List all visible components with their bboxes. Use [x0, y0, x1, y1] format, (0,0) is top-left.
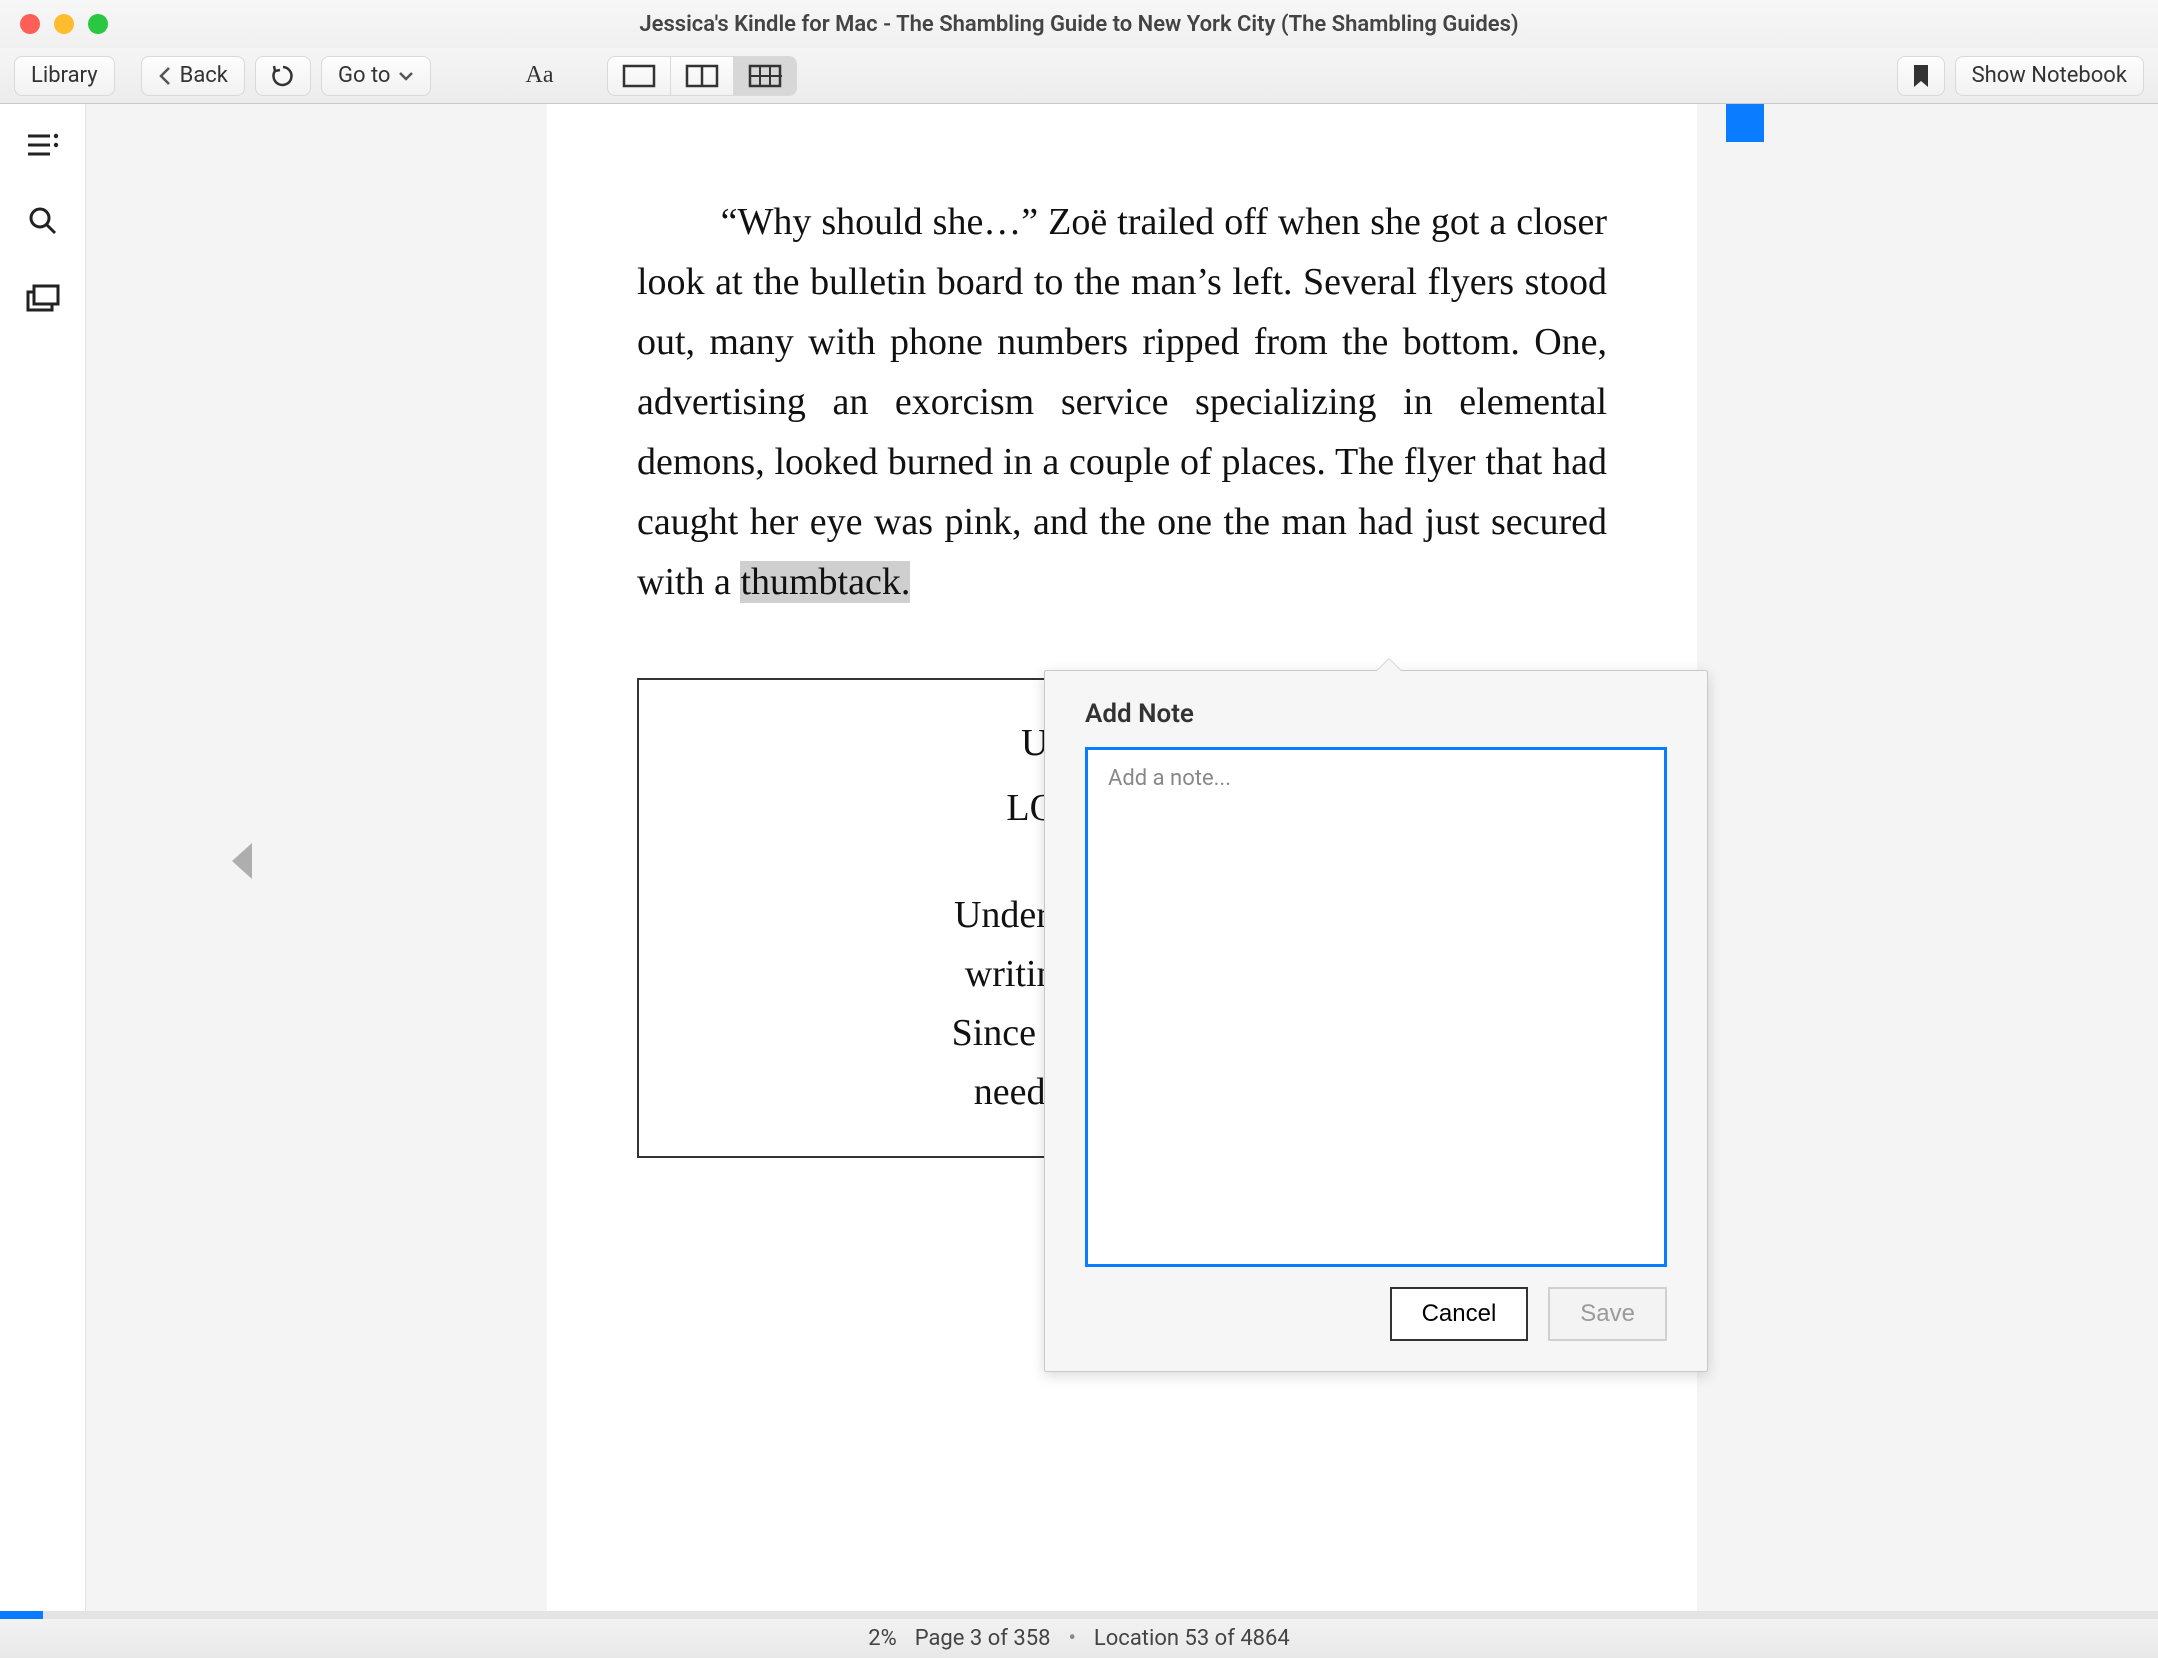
status-separator: •	[1068, 1626, 1075, 1651]
close-window-button[interactable]	[20, 14, 40, 34]
page-bookmark-indicator[interactable]	[1726, 104, 1764, 142]
view-multi-column-button[interactable]	[734, 56, 797, 96]
progress-track[interactable]	[0, 1611, 2158, 1619]
goto-button-label: Go to	[338, 63, 391, 88]
font-settings-button[interactable]: Aa	[511, 56, 567, 96]
cancel-button-label: Cancel	[1422, 1300, 1497, 1327]
toc-icon	[26, 132, 60, 158]
goto-button[interactable]: Go to	[321, 56, 432, 96]
paragraph-text: “Why should she…” Zoë trailed off when s…	[637, 201, 1607, 603]
sync-icon	[270, 63, 296, 89]
popover-actions: Cancel Save	[1045, 1287, 1707, 1371]
view-single-page-button[interactable]	[607, 56, 671, 96]
previous-page-button[interactable]	[226, 839, 256, 883]
titlebar: Jessica's Kindle for Mac - The Shambling…	[0, 0, 2158, 48]
add-note-popover: Add Note Cancel Save	[1044, 670, 1708, 1372]
view-mode-group	[607, 56, 797, 96]
toc-button[interactable]	[26, 132, 60, 158]
statusbar: 2% Page 3 of 358 • Location 53 of 4864	[0, 1618, 2158, 1658]
paragraph: “Why should she…” Zoë trailed off when s…	[637, 192, 1607, 612]
chevron-down-icon	[398, 70, 414, 82]
single-page-icon	[622, 64, 656, 88]
toolbar: Library Back Go to Aa	[0, 48, 2158, 104]
cards-icon	[26, 284, 60, 312]
save-button[interactable]: Save	[1548, 1287, 1667, 1341]
back-button-label: Back	[180, 63, 228, 88]
popover-title: Add Note	[1045, 671, 1707, 747]
triangle-left-icon	[226, 839, 256, 883]
back-button[interactable]: Back	[141, 56, 245, 96]
cancel-button[interactable]: Cancel	[1390, 1287, 1529, 1341]
bookmark-button[interactable]	[1897, 56, 1945, 96]
search-icon	[28, 206, 58, 236]
show-notebook-button[interactable]: Show Notebook	[1955, 56, 2144, 96]
chevron-left-icon	[158, 66, 172, 86]
progress-fill	[0, 1611, 43, 1619]
note-textarea[interactable]	[1106, 764, 1646, 1250]
status-percent: 2%	[868, 1626, 896, 1651]
flashcards-button[interactable]	[26, 284, 60, 312]
show-notebook-label: Show Notebook	[1972, 63, 2127, 88]
library-button-label: Library	[31, 63, 98, 88]
two-column-icon	[685, 64, 719, 88]
search-in-book-button[interactable]	[28, 206, 58, 236]
minimize-window-button[interactable]	[54, 14, 74, 34]
note-textarea-wrap	[1085, 747, 1667, 1267]
bookmark-icon	[1912, 63, 1930, 89]
save-button-label: Save	[1580, 1300, 1635, 1327]
multi-column-icon	[748, 64, 782, 88]
font-icon: Aa	[525, 62, 553, 89]
status-page: Page 3 of 358	[915, 1626, 1051, 1651]
traffic-lights	[20, 14, 108, 34]
window-title: Jessica's Kindle for Mac - The Shambling…	[639, 12, 1518, 37]
popover-pointer	[1377, 659, 1401, 671]
left-rail	[0, 104, 86, 1618]
fullscreen-window-button[interactable]	[88, 14, 108, 34]
library-button[interactable]: Library	[14, 56, 115, 96]
highlighted-text[interactable]: thumbtack.	[740, 561, 910, 603]
sync-button[interactable]	[255, 56, 311, 96]
view-two-column-button[interactable]	[671, 56, 734, 96]
status-location: Location 53 of 4864	[1094, 1626, 1290, 1651]
